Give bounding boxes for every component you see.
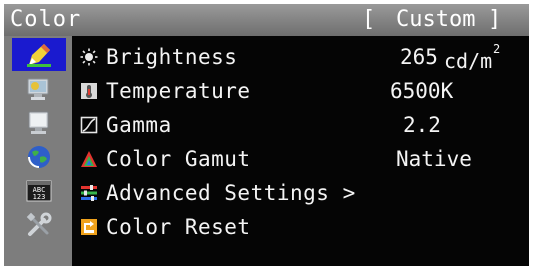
- menu-item-color-gamut[interactable]: Color Gamut Native: [78, 142, 523, 175]
- color-reset-icon: [81, 219, 97, 235]
- mode-bracket-open: [: [362, 7, 376, 32]
- screen-settings-icon: [27, 78, 49, 100]
- gamma-icon: [80, 116, 98, 134]
- temperature-value: 6500K: [390, 79, 454, 103]
- color-gamut-icon: [81, 151, 97, 167]
- menu-title: Color: [10, 7, 82, 32]
- brightness-value: 265: [400, 45, 438, 69]
- color-pencil-icon: [27, 43, 51, 67]
- sidebar-item-power-manager[interactable]: [12, 106, 66, 139]
- osd-window: Color [ Custom ] ABC 123 Brightness 265 …: [4, 4, 529, 266]
- temperature-label: Temperature: [106, 79, 251, 103]
- sidebar-item-screen[interactable]: [12, 72, 66, 105]
- sidebar-item-language[interactable]: ABC 123: [12, 174, 66, 207]
- color-gamut-label: Color Gamut: [106, 147, 251, 171]
- brightness-unit: cd/m: [444, 49, 493, 73]
- svg-text:123: 123: [33, 193, 46, 201]
- advanced-settings-label: Advanced Settings >: [106, 181, 356, 205]
- tools-icon: [26, 212, 52, 236]
- sidebar-item-color[interactable]: [12, 38, 66, 71]
- color-reset-label: Color Reset: [106, 215, 251, 239]
- gamma-value: 2.2: [403, 113, 441, 137]
- gamma-label: Gamma: [106, 113, 172, 137]
- eco-globe-icon: [28, 145, 50, 168]
- sidebar: ABC 123: [4, 36, 72, 266]
- color-gamut-value: Native: [396, 147, 472, 171]
- mode-bracket-close: ]: [488, 7, 502, 32]
- advanced-settings-icon: [81, 185, 97, 201]
- menu-item-color-reset[interactable]: Color Reset: [78, 210, 523, 243]
- brightness-unit-superscript: 2: [493, 42, 501, 56]
- sidebar-item-tools[interactable]: [12, 208, 66, 241]
- menu-item-brightness[interactable]: Brightness 265 cd/m 2: [78, 40, 523, 73]
- menu-item-temperature[interactable]: Temperature 6500K: [78, 74, 523, 107]
- sidebar-item-eco[interactable]: [12, 140, 66, 173]
- color-mode-value: Custom: [396, 7, 476, 32]
- brightness-sun-icon: [80, 48, 98, 66]
- temperature-icon: [81, 83, 97, 99]
- power-manager-icon: [28, 111, 49, 134]
- menu-item-gamma[interactable]: Gamma 2.2: [78, 108, 523, 141]
- language-abc-icon: ABC 123: [26, 180, 52, 201]
- title-bar: Color [ Custom ]: [4, 4, 529, 36]
- brightness-label: Brightness: [106, 45, 238, 69]
- menu-item-advanced-settings[interactable]: Advanced Settings >: [78, 176, 523, 209]
